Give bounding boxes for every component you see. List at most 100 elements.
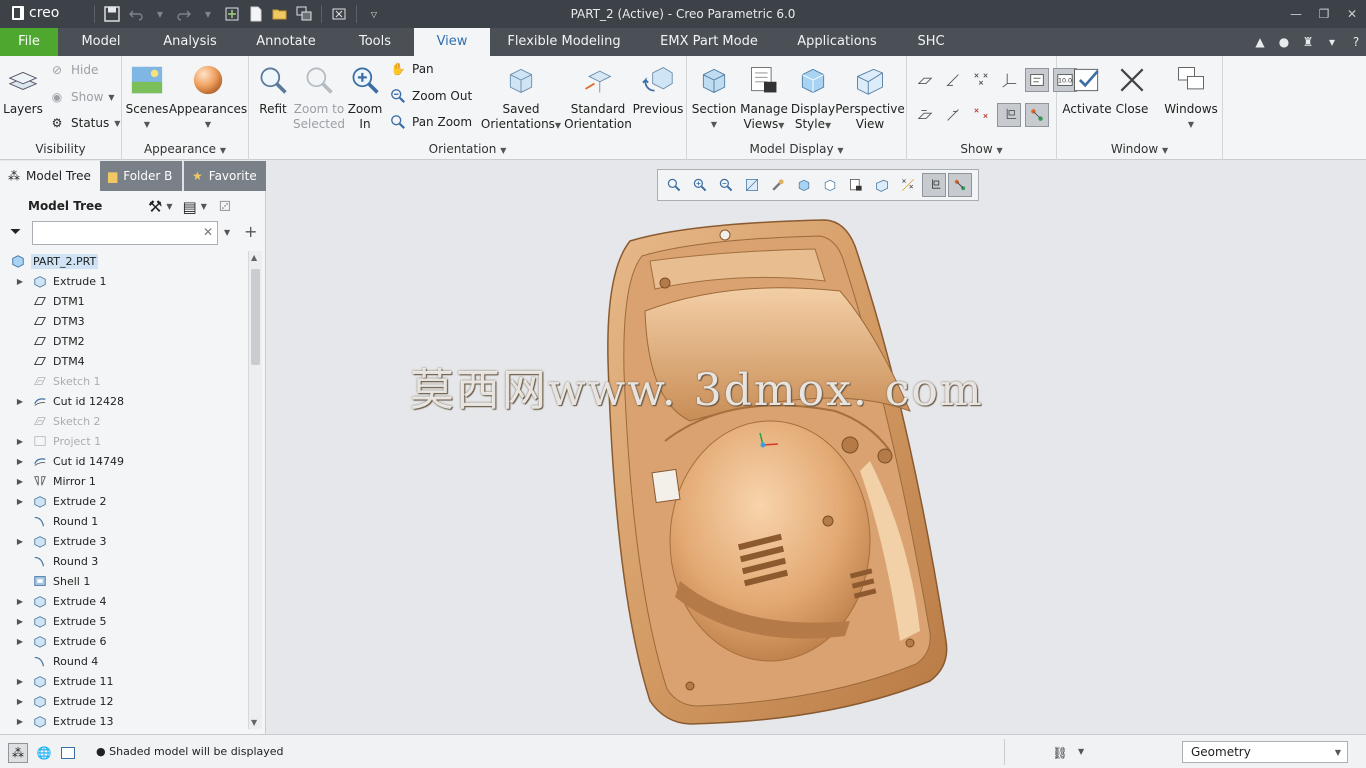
close-icon[interactable]: ✕ xyxy=(1338,0,1366,28)
point-tag-display-icon[interactable] xyxy=(969,103,993,127)
full-screen-icon[interactable] xyxy=(58,743,78,763)
tab-shc[interactable]: SHC xyxy=(908,28,954,56)
csys-display-icon[interactable] xyxy=(997,68,1021,92)
tree-item[interactable]: ▶ Extrude 5 xyxy=(0,611,107,631)
tab-tools[interactable]: Tools xyxy=(348,28,402,56)
collapse-ribbon-icon[interactable]: ▲ xyxy=(1250,32,1270,52)
filter-funnel-icon[interactable]: ⏷ xyxy=(10,224,21,240)
tree-item[interactable]: ▶ Extrude 2 xyxy=(0,491,107,511)
notification-icon[interactable]: ● xyxy=(1274,32,1294,52)
windows-icon[interactable] xyxy=(293,4,315,24)
refit-button[interactable]: Refit xyxy=(253,62,293,117)
show-list-icon[interactable]: ▤ xyxy=(183,198,197,216)
axis-tag-display-icon[interactable] xyxy=(941,103,965,127)
tree-item[interactable]: Shell 1 xyxy=(0,571,90,591)
minimize-icon[interactable]: — xyxy=(1282,0,1310,28)
tree-scrollbar[interactable]: ▲ ▼ xyxy=(248,251,262,729)
saved-orientations-button[interactable]: Saved Orientations▼ xyxy=(481,62,561,133)
expand-arrow-icon[interactable]: ▶ xyxy=(14,437,26,446)
tree-item[interactable]: Sketch 2 xyxy=(0,411,101,431)
tree-settings-icon[interactable]: ⚒ xyxy=(148,197,162,216)
find-binoculars-icon[interactable]: ⛓ xyxy=(1050,743,1070,763)
restore-icon[interactable]: ❐ xyxy=(1310,0,1338,28)
navigator-toggle-icon[interactable]: ⁂ xyxy=(8,743,28,763)
tree-item[interactable]: ▶ Extrude 4 xyxy=(0,591,107,611)
browser-toggle-icon[interactable]: 🌐 xyxy=(34,743,54,763)
windows-button[interactable]: Windows ▼ xyxy=(1163,62,1219,132)
tree-settings-dropdown-icon[interactable]: ▼ xyxy=(166,202,172,211)
annotation-display-icon[interactable] xyxy=(1025,68,1049,92)
redo-icon[interactable] xyxy=(173,4,195,24)
tree-item[interactable]: DTM2 xyxy=(0,331,85,351)
tree-item[interactable]: PART_2.PRT xyxy=(0,251,99,271)
tree-item[interactable]: ▶ Extrude 11 xyxy=(0,671,114,691)
tab-file[interactable]: File xyxy=(0,28,58,56)
redo-dropdown-icon[interactable]: ▼ xyxy=(197,4,219,24)
search-dropdown-icon[interactable]: ▼ xyxy=(224,228,230,237)
previous-button[interactable]: Previous xyxy=(633,62,683,117)
learning-icon[interactable]: ♜ xyxy=(1298,32,1318,52)
tree-item[interactable]: Round 4 xyxy=(0,651,98,671)
zoom-in-button[interactable]: Zoom In xyxy=(347,62,383,132)
expand-arrow-icon[interactable]: ▶ xyxy=(14,597,26,606)
point-display-icon[interactable] xyxy=(969,68,993,92)
tab-emx-part-mode[interactable]: EMX Part Mode xyxy=(650,28,768,56)
tab-model[interactable]: Model xyxy=(70,28,132,56)
selection-filter-select[interactable]: Geometry ▼ xyxy=(1182,741,1348,763)
tree-item[interactable]: DTM3 xyxy=(0,311,85,331)
close-window-icon[interactable] xyxy=(328,4,350,24)
section-button[interactable]: Section ▼ xyxy=(691,62,737,132)
display-style-button[interactable]: Display Style▼ xyxy=(789,62,837,133)
group-label-model-display[interactable]: Model Display ▼ xyxy=(687,142,906,156)
regenerate-icon[interactable] xyxy=(221,4,243,24)
save-icon[interactable] xyxy=(101,4,123,24)
tree-item[interactable]: ▶ Cut id 12428 xyxy=(0,391,124,411)
tab-model-tree[interactable]: ⁂ Model Tree xyxy=(0,161,100,191)
expand-arrow-icon[interactable]: ▶ xyxy=(14,457,26,466)
new-file-icon[interactable] xyxy=(245,4,267,24)
tab-analysis[interactable]: Analysis xyxy=(155,28,225,56)
tree-item[interactable]: ▶ Extrude 3 xyxy=(0,531,107,551)
tree-item[interactable]: ▶ Extrude 13 xyxy=(0,711,114,731)
expand-arrow-icon[interactable]: ▶ xyxy=(14,697,26,706)
expand-arrow-icon[interactable]: ▶ xyxy=(14,397,26,406)
appearances-button[interactable]: Appearances ▼ xyxy=(169,62,247,132)
tree-scrollbar-thumb[interactable] xyxy=(251,269,260,365)
tree-filter-options-icon[interactable]: ⚂ xyxy=(219,199,231,215)
hide-button[interactable]: ⊘ Hide xyxy=(48,61,98,79)
group-label-orientation[interactable]: Orientation ▼ xyxy=(249,142,686,156)
tree-item[interactable]: ▶ Project 1 xyxy=(0,431,101,451)
part-model-render[interactable] xyxy=(270,161,1366,734)
pan-zoom-button[interactable]: Pan Zoom xyxy=(389,113,472,131)
add-filter-icon[interactable]: + xyxy=(244,222,257,241)
standard-orientation-button[interactable]: Standard Orientation xyxy=(563,62,633,132)
perspective-view-button[interactable]: Perspective View xyxy=(835,62,905,132)
tree-item[interactable]: Round 1 xyxy=(0,511,98,531)
tab-annotate[interactable]: Annotate xyxy=(248,28,324,56)
tab-favorites[interactable]: ★ Favorite xyxy=(184,161,266,191)
group-label-window[interactable]: Window ▼ xyxy=(1057,142,1222,156)
expand-arrow-icon[interactable]: ▶ xyxy=(14,277,26,286)
expand-arrow-icon[interactable]: ▶ xyxy=(14,477,26,486)
help-dropdown-icon[interactable]: ▾ xyxy=(1322,32,1342,52)
zoom-to-selected-button[interactable]: Zoom to Selected xyxy=(293,62,345,132)
customize-qat-icon[interactable]: ▽ xyxy=(363,4,385,24)
status-button[interactable]: ⚙ Status ▼ xyxy=(48,114,121,132)
layers-button[interactable]: Layers xyxy=(3,62,43,117)
plane-tag-display-icon[interactable] xyxy=(913,103,937,127)
tree-search-input[interactable]: ✕ xyxy=(32,221,218,245)
clear-search-icon[interactable]: ✕ xyxy=(203,225,213,239)
open-folder-icon[interactable] xyxy=(269,4,291,24)
group-label-show[interactable]: Show ▼ xyxy=(907,142,1056,156)
pan-button[interactable]: ✋ Pan xyxy=(389,60,434,78)
expand-arrow-icon[interactable]: ▶ xyxy=(14,637,26,646)
undo-dropdown-icon[interactable]: ▼ xyxy=(149,4,171,24)
expand-arrow-icon[interactable]: ▶ xyxy=(14,717,26,726)
activate-button[interactable]: Activate xyxy=(1061,62,1113,117)
find-dropdown-icon[interactable]: ▼ xyxy=(1078,747,1084,756)
undo-icon[interactable] xyxy=(125,4,147,24)
tree-item[interactable]: Sketch 1 xyxy=(0,371,101,391)
group-label-appearance[interactable]: Appearance ▼ xyxy=(122,142,248,156)
close-button[interactable]: Close xyxy=(1113,62,1151,117)
tab-folder-browser[interactable]: ▆ Folder B xyxy=(100,161,182,191)
